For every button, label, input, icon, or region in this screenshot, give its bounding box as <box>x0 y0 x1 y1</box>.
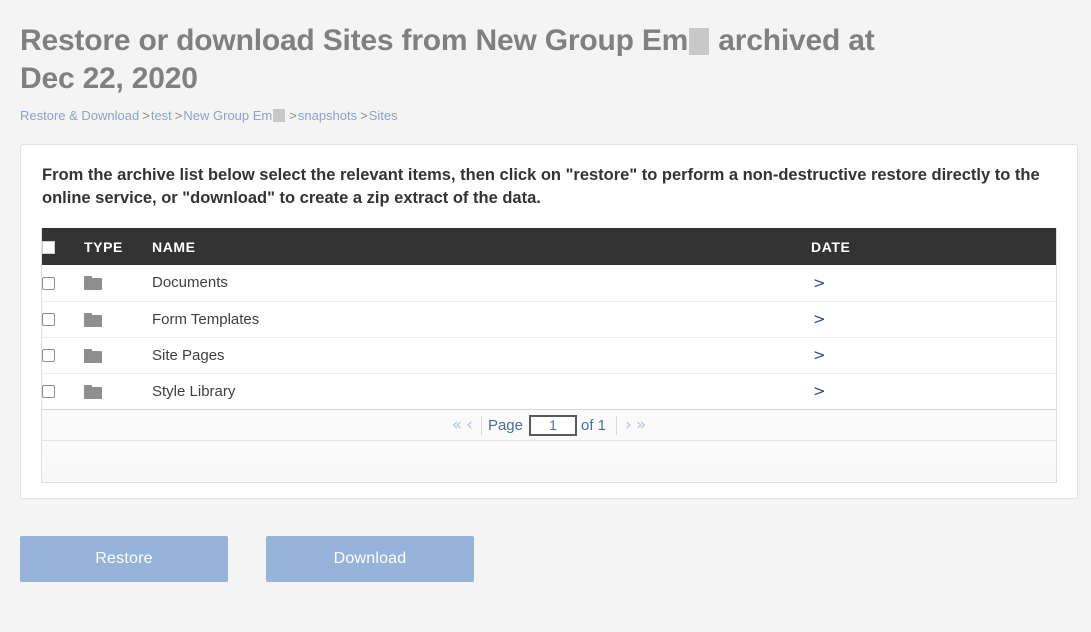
instruction-text: From the archive list below select the r… <box>42 166 1040 207</box>
pagination-divider-left <box>480 415 482 435</box>
page-header: Restore or download Sites from New Group… <box>0 0 1091 124</box>
column-header-name[interactable]: NAME <box>152 228 811 265</box>
page-title-date: Dec 22, 2020 <box>20 62 198 95</box>
table-row[interactable]: Form Templates > <box>42 301 1056 337</box>
row-type-cell <box>84 373 152 409</box>
restore-button[interactable]: Restore <box>20 536 228 582</box>
breadcrumb-separator-3: > <box>289 108 297 123</box>
breadcrumb: Restore & Download >test >New Group Em >sna… <box>20 108 1071 124</box>
row-type-cell <box>84 301 152 337</box>
row-date-cell: > <box>811 301 1056 337</box>
chevron-right-icon[interactable]: > <box>811 274 826 292</box>
folder-icon <box>84 276 102 291</box>
folder-icon <box>84 312 102 327</box>
breadcrumb-item-sites[interactable]: Sites <box>369 108 398 123</box>
archive-card: From the archive list below select the r… <box>20 144 1078 499</box>
chevron-right-icon[interactable]: > <box>811 382 826 400</box>
row-type-cell <box>84 337 152 373</box>
pagination-bar: « ‹ Page of 1 › » <box>42 409 1056 440</box>
row-checkbox[interactable] <box>42 313 55 327</box>
folder-icon <box>84 348 102 363</box>
breadcrumb-separator-4: > <box>360 108 368 123</box>
page-number-input[interactable] <box>529 414 577 436</box>
table-row[interactable]: Style Library > <box>42 373 1056 409</box>
table-header: TYPE NAME DATE <box>42 228 1056 265</box>
row-select-cell <box>42 301 84 337</box>
last-page-icon[interactable]: » <box>634 416 648 434</box>
page-total-label: of 1 <box>581 416 607 434</box>
row-name-site-pages[interactable]: Site Pages <box>152 337 811 373</box>
row-name-form-templates[interactable]: Form Templates <box>152 301 811 337</box>
next-page-icon[interactable]: › <box>623 416 634 434</box>
redaction-block-breadcrumb <box>273 109 286 122</box>
first-page-icon[interactable]: « <box>450 416 464 434</box>
breadcrumb-separator-2: > <box>174 108 183 123</box>
archive-table-wrapper: TYPE NAME DATE Documents > Form Template… <box>41 228 1057 483</box>
action-buttons: Restore Download <box>20 536 1091 582</box>
table-header-row: TYPE NAME DATE <box>42 228 1056 265</box>
row-checkbox[interactable] <box>42 385 55 399</box>
row-name-style-library[interactable]: Style Library <box>152 373 811 409</box>
row-select-cell <box>42 265 84 301</box>
row-date-cell: > <box>811 265 1056 301</box>
row-select-cell <box>42 337 84 373</box>
download-button[interactable]: Download <box>266 536 474 582</box>
page-label: Page <box>487 416 523 434</box>
table-row[interactable]: Site Pages > <box>42 337 1056 373</box>
row-select-cell <box>42 373 84 409</box>
breadcrumb-item-restore-download[interactable]: Restore & Download <box>20 108 139 123</box>
archive-table: TYPE NAME DATE Documents > Form Template… <box>42 228 1056 409</box>
table-body: Documents > Form Templates > Site Pages … <box>42 265 1056 409</box>
table-row[interactable]: Documents > <box>42 265 1056 301</box>
breadcrumb-item-test[interactable]: test <box>151 108 172 123</box>
page-title: Restore or download Sites from New Group… <box>20 22 1060 98</box>
row-name-documents[interactable]: Documents <box>152 265 811 301</box>
column-header-type[interactable]: TYPE <box>84 228 152 265</box>
pagination-divider-right <box>616 415 618 435</box>
chevron-right-icon[interactable]: > <box>811 346 826 364</box>
breadcrumb-separator-1: > <box>142 108 150 123</box>
folder-icon <box>84 384 102 399</box>
page-title-text-part2: archived at <box>710 24 875 57</box>
table-footer <box>42 440 1056 482</box>
chevron-right-icon[interactable]: > <box>811 310 826 328</box>
redaction-block-title <box>689 28 710 55</box>
previous-page-icon[interactable]: ‹ <box>464 416 475 434</box>
row-date-cell: > <box>811 373 1056 409</box>
breadcrumb-item-new-group-em[interactable]: New Group Em <box>183 108 272 123</box>
breadcrumb-item-snapshots[interactable]: snapshots <box>298 108 357 123</box>
row-date-cell: > <box>811 337 1056 373</box>
row-checkbox[interactable] <box>42 276 55 290</box>
select-all-checkbox[interactable] <box>42 240 55 254</box>
page-title-text-part1: Restore or download Sites from New Group… <box>20 24 689 57</box>
column-header-date[interactable]: DATE <box>811 228 1056 265</box>
row-checkbox[interactable] <box>42 349 55 363</box>
column-header-select <box>42 228 84 265</box>
row-type-cell <box>84 265 152 301</box>
